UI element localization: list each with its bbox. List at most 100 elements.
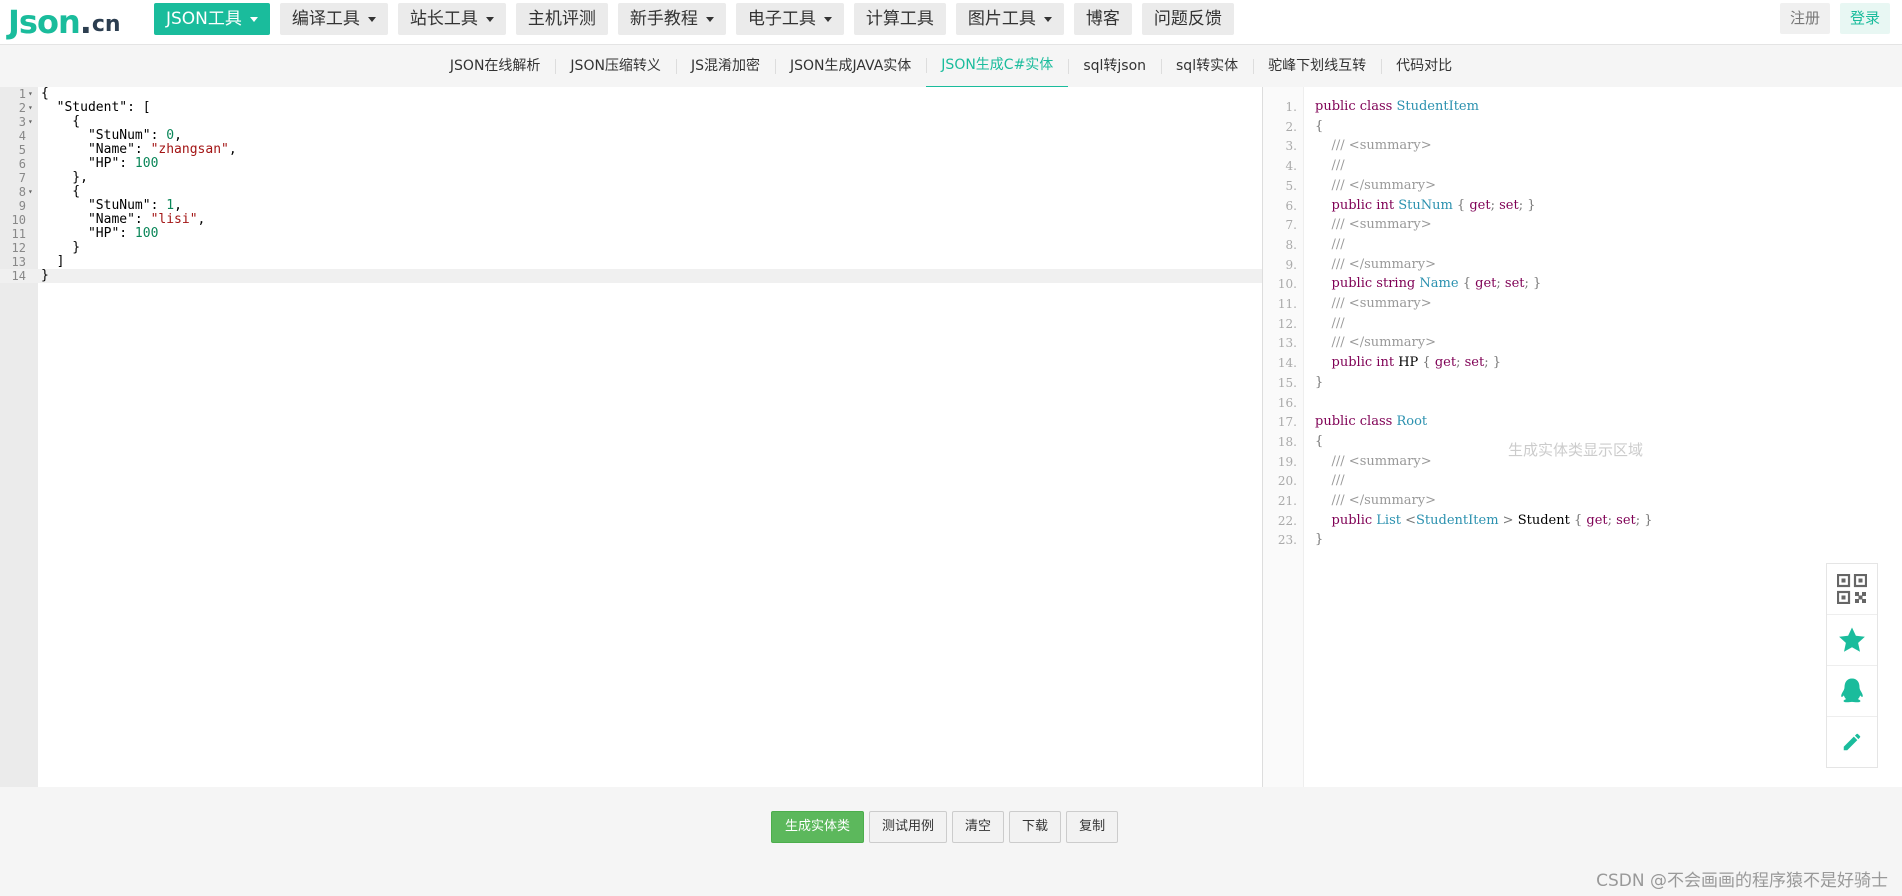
csharp-output-panel[interactable]: 生成实体类显示区域 1. public class StudentItem 2.{3… xyxy=(1263,87,1902,787)
pencil-icon[interactable] xyxy=(1827,717,1877,767)
qrcode-icon[interactable] xyxy=(1827,564,1877,615)
line-number: 2 xyxy=(18,101,26,115)
download-button[interactable]: 下载 xyxy=(1009,811,1062,843)
output-code-text: public List <StudentItem > Student { get… xyxy=(1331,512,1653,528)
nav-item-9[interactable]: 问题反馈 xyxy=(1141,3,1234,35)
generate-entity-button[interactable]: 生成实体类 xyxy=(771,811,865,843)
credit-watermark: CSDN @不会画画的程序猿不是好骑士 xyxy=(1596,871,1888,891)
output-line-number: 20. xyxy=(1277,474,1297,489)
login-button[interactable]: 登录 xyxy=(1839,3,1890,34)
code-text: "StuNum": 0, xyxy=(41,128,182,143)
tool-tab-5[interactable]: sql转json xyxy=(1068,45,1161,87)
output-line: 13. /// </summary> xyxy=(1263,333,1863,353)
editor-line: 5 "Name": "zhangsan", xyxy=(0,142,1262,158)
editor-line: 7 }, xyxy=(0,171,1262,186)
tool-tab-2[interactable]: JS混淆加密 xyxy=(675,45,775,87)
nav-item-6[interactable]: 计算工具 xyxy=(853,3,946,35)
nav-item-1[interactable]: 编译工具 xyxy=(279,3,388,35)
output-line-number: 1. xyxy=(1285,100,1297,114)
output-line: 3. /// <summary> xyxy=(1263,136,1863,156)
nav-item-label: 图片工具 xyxy=(967,9,1036,29)
output-line-number: 23. xyxy=(1277,533,1297,548)
nav-item-3[interactable]: 主机评测 xyxy=(515,3,608,35)
output-line: 16. xyxy=(1263,393,1863,413)
line-number: 13 xyxy=(11,255,26,269)
line-number: 10 xyxy=(11,213,26,227)
output-line: 11. /// <summary> xyxy=(1263,294,1863,314)
output-line-number: 15. xyxy=(1277,375,1297,390)
line-number: 6 xyxy=(18,157,26,171)
tool-tab-3[interactable]: JSON生成JAVA实体 xyxy=(774,45,926,87)
test-case-button[interactable]: 测试用例 xyxy=(869,811,948,843)
output-code-text: /// xyxy=(1315,236,1345,252)
top-navbar: Json. cn JSON工具 编译工具 站长工具 主机评测 新手教程 电子工具 计算工具 图片… xyxy=(0,0,1902,45)
nav-item-label: 站长工具 xyxy=(409,9,478,29)
floating-toolbar xyxy=(1826,563,1878,768)
clear-button[interactable]: 清空 xyxy=(952,811,1005,843)
output-code-text: } xyxy=(1315,374,1324,390)
output-line: 19. /// <summary> xyxy=(1263,452,1863,472)
output-line: 6. public int StuNum { get; set; } xyxy=(1263,196,1863,216)
line-number: 14 xyxy=(11,269,26,283)
output-line: 20. /// xyxy=(1263,471,1863,491)
output-line-number: 9. xyxy=(1285,257,1297,272)
star-icon[interactable] xyxy=(1827,615,1877,666)
fold-toggle-icon[interactable]: ▾ xyxy=(28,185,33,199)
output-line: 14. public int HP { get; set; } xyxy=(1263,353,1863,373)
output-line: 2. { xyxy=(1263,117,1863,137)
output-code-text: /// </summary> xyxy=(1315,335,1436,351)
output-code-text: /// <summary> xyxy=(1315,453,1432,469)
editor-line: 13 ] xyxy=(0,255,1262,270)
output-code-text: public class StudentItem xyxy=(1315,99,1479,114)
nav-item-8[interactable]: 博客 xyxy=(1073,3,1132,35)
tool-tab-1[interactable]: JSON压缩转义 xyxy=(555,45,676,87)
output-code-text: /// <summary> xyxy=(1315,138,1432,154)
nav-item-2[interactable]: 站长工具 xyxy=(397,3,506,35)
tool-tab-0[interactable]: JSON在线解析 xyxy=(435,45,556,87)
json-input-editor[interactable]: 1 ▾{2 ▾ "Student": [3 ▾ {4 "StuNum": 0, 5 "N… xyxy=(0,87,1263,787)
fold-toggle-icon[interactable]: ▾ xyxy=(28,87,33,101)
nav-item-label: 编译工具 xyxy=(291,9,360,29)
tool-tab-8[interactable]: 代码对比 xyxy=(1381,45,1467,87)
output-line: 8. /// xyxy=(1263,235,1863,255)
editor-line: 4 "StuNum": 0, xyxy=(0,128,1262,144)
fold-toggle-icon[interactable]: ▾ xyxy=(28,115,33,129)
nav-item-0[interactable]: JSON工具 xyxy=(154,3,270,35)
qq-icon[interactable] xyxy=(1827,666,1877,717)
output-line-number: 3. xyxy=(1285,139,1297,154)
output-line-number: 22. xyxy=(1277,513,1297,528)
tool-tab-7[interactable]: 驼峰下划线互转 xyxy=(1253,45,1381,87)
nav-item-7[interactable]: 图片工具 xyxy=(955,3,1064,35)
code-text: "StuNum": 1, xyxy=(41,198,182,213)
tool-tab-6[interactable]: sql转实体 xyxy=(1161,45,1253,87)
output-code-text: /// xyxy=(1315,158,1345,174)
code-text: { xyxy=(41,184,81,199)
nav-item-5[interactable]: 电子工具 xyxy=(735,3,844,35)
line-number: 9 xyxy=(18,199,26,213)
output-code-text: { xyxy=(1315,433,1324,449)
line-number: 3 xyxy=(18,115,26,129)
nav-item-label: 主机评测 xyxy=(527,9,596,29)
site-logo[interactable]: Json. cn xyxy=(8,2,121,40)
output-code-text: /// <summary> xyxy=(1315,217,1432,233)
register-button[interactable]: 注册 xyxy=(1779,3,1830,34)
tool-tab-4[interactable]: JSON生成C#实体 xyxy=(926,44,1069,88)
output-line-number: 6. xyxy=(1285,198,1297,213)
code-text: "Name": "zhangsan", xyxy=(41,142,237,157)
code-text: { xyxy=(41,114,81,129)
output-code-text: } xyxy=(1315,532,1324,548)
caret-down-icon xyxy=(367,16,376,22)
editor-line: 3 ▾ { xyxy=(0,114,1262,130)
logo-main: Json xyxy=(8,3,81,41)
copy-button[interactable]: 复制 xyxy=(1066,811,1119,843)
output-code-text: public int HP { get; set; } xyxy=(1331,355,1502,371)
editor-line: 11 "HP": 100 xyxy=(0,227,1262,242)
fold-toggle-icon[interactable]: ▾ xyxy=(28,101,33,115)
output-line: 17. public class Root xyxy=(1263,412,1863,432)
output-line: 10. public string Name { get; set; } xyxy=(1263,274,1863,294)
nav-item-4[interactable]: 新手教程 xyxy=(617,3,726,35)
main-nav: JSON工具 编译工具 站长工具 主机评测 新手教程 电子工具 计算工具 图片工具 博客 问题反馈 xyxy=(154,3,1234,35)
nav-item-label: 问题反馈 xyxy=(1153,9,1222,29)
caret-down-icon xyxy=(705,16,714,22)
editor-line: 9 "StuNum": 1, xyxy=(0,198,1262,214)
